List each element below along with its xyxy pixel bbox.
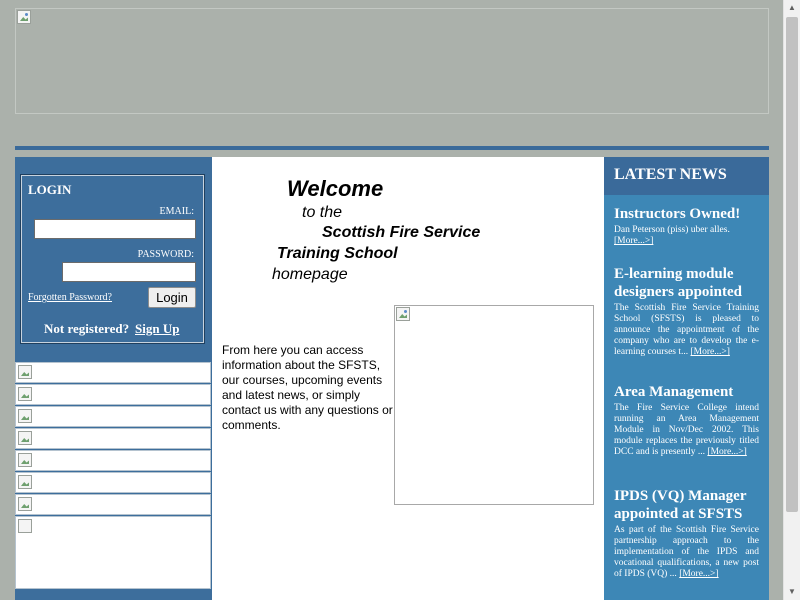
- news-item-title[interactable]: E-learning module designers appointed: [614, 265, 759, 301]
- broken-image-icon: [18, 453, 32, 467]
- news-item: Area Management The Fire Service College…: [614, 383, 759, 458]
- news-more-link[interactable]: [More...>]: [691, 347, 730, 357]
- news-more-link[interactable]: [More...>]: [614, 236, 653, 246]
- password-label: PASSWORD:: [137, 249, 194, 260]
- news-item: Instructors Owned! Dan Peterson (piss) u…: [614, 205, 759, 247]
- broken-image-icon: [18, 387, 32, 401]
- password-field[interactable]: [62, 262, 196, 282]
- news-item-body: Dan Peterson (piss) uber alles.: [614, 225, 730, 235]
- login-title: LOGIN: [28, 182, 72, 197]
- intro-paragraph: From here you can access information abo…: [222, 343, 393, 432]
- broken-image-icon: [18, 475, 32, 489]
- vertical-scrollbar[interactable]: ▲ ▼: [783, 0, 800, 600]
- scrollbar-thumb[interactable]: [786, 17, 798, 512]
- broken-image-icon: [18, 431, 32, 445]
- nav-image-link[interactable]: [15, 384, 211, 405]
- email-label: EMAIL:: [159, 206, 194, 217]
- sidebar-image: [15, 516, 211, 589]
- news-more-link[interactable]: [More...>]: [679, 569, 718, 579]
- nav-image-link[interactable]: [15, 450, 211, 471]
- not-registered-text: Not registered?: [44, 321, 130, 336]
- nav-image-link[interactable]: [15, 472, 211, 493]
- forgot-password-link[interactable]: Forgotten Password?: [28, 292, 112, 303]
- news-item-body: The Scottish Fire Service Training Schoo…: [614, 303, 759, 357]
- broken-image-icon: [18, 519, 32, 533]
- scroll-up-arrow-icon[interactable]: ▲: [784, 0, 800, 16]
- sign-up-link[interactable]: Sign Up: [135, 321, 179, 337]
- news-item-title[interactable]: IPDS (VQ) Manager appointed at SFSTS: [614, 487, 759, 523]
- email-field[interactable]: [34, 219, 196, 239]
- news-item: IPDS (VQ) Manager appointed at SFSTS As …: [614, 487, 759, 580]
- welcome-heading: Welcome: [287, 176, 384, 201]
- main-photo: [394, 305, 594, 505]
- broken-image-icon: [18, 409, 32, 423]
- welcome-line: Scottish Fire Service: [322, 224, 481, 241]
- broken-image-icon: [18, 497, 32, 511]
- broken-image-icon: [396, 307, 410, 321]
- nav-image-link[interactable]: [15, 428, 211, 449]
- news-sidebar: LATEST NEWS Instructors Owned! Dan Peter…: [604, 157, 769, 600]
- broken-image-icon: [17, 10, 31, 24]
- welcome-line: Training School: [277, 245, 398, 262]
- nav-image-link[interactable]: [15, 406, 211, 427]
- header-divider: [15, 146, 769, 150]
- welcome-line: homepage: [272, 266, 348, 283]
- login-button[interactable]: Login: [148, 287, 196, 308]
- scroll-down-arrow-icon[interactable]: ▼: [784, 584, 800, 600]
- main-content: Welcome to the Scottish Fire Service Tra…: [212, 157, 604, 600]
- news-header: LATEST NEWS: [604, 157, 769, 195]
- news-item: E-learning module designers appointed Th…: [614, 265, 759, 358]
- welcome-line: to the: [302, 204, 343, 221]
- news-item-title[interactable]: Instructors Owned!: [614, 205, 759, 223]
- nav-image-link[interactable]: [15, 494, 211, 515]
- broken-image-icon: [18, 365, 32, 379]
- header-banner-image: [15, 8, 769, 114]
- news-header-title: LATEST NEWS: [614, 166, 727, 183]
- login-panel: LOGIN EMAIL: PASSWORD: Forgotten Passwor…: [20, 174, 205, 344]
- nav-image-link[interactable]: [15, 362, 211, 383]
- news-item-title[interactable]: Area Management: [614, 383, 759, 401]
- news-more-link[interactable]: [More...>]: [707, 447, 746, 457]
- left-sidebar: LOGIN EMAIL: PASSWORD: Forgotten Passwor…: [15, 157, 212, 600]
